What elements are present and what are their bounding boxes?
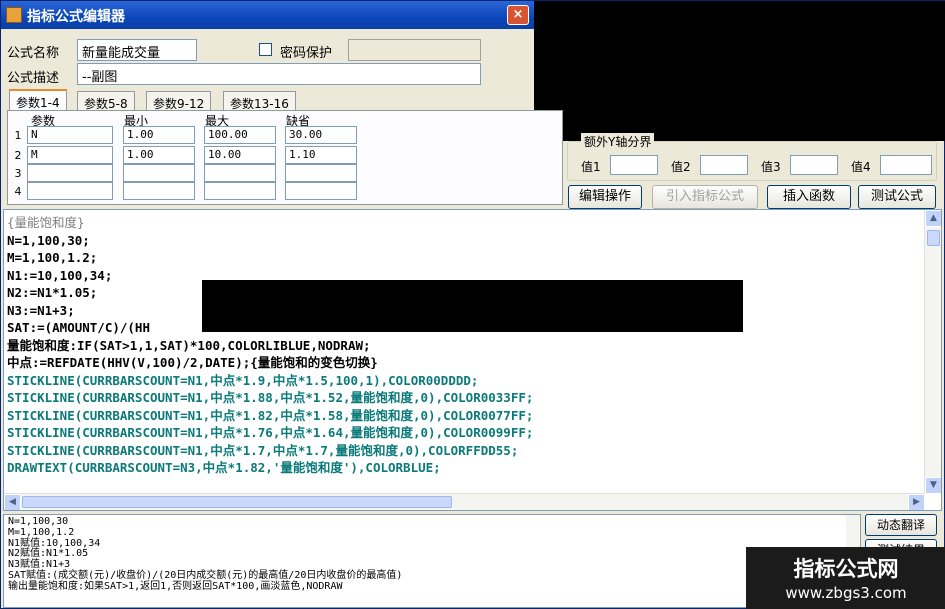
code-line: DRAWTEXT(CURRBARSCOUNT=N3,中点*1.82,'量能饱和度… — [7, 460, 441, 475]
output-line: N3赋值:N1+3 — [8, 559, 71, 571]
insert-function-button[interactable]: 插入函数 — [767, 185, 851, 209]
y-value-1-label: 值1 — [581, 160, 601, 174]
param-max-cell[interactable] — [204, 182, 276, 200]
code-line: STICKLINE(CURRBARSCOUNT=N1,中点*1.9,中点*1.5… — [7, 372, 479, 388]
code-line: N2:=N1*1.05; — [7, 285, 98, 300]
code-line: STICKLINE(CURRBARSCOUNT=N1,中点*1.82,中点*1.… — [7, 407, 534, 423]
output-line: N2赋值:N1*1.05 — [8, 548, 89, 560]
y-value-1-input[interactable] — [610, 155, 658, 175]
extra-y-axis-title: 额外Y轴分界 — [581, 133, 655, 150]
code-line: N3:=N1+3; — [7, 302, 75, 318]
y-value-2-input[interactable] — [700, 155, 748, 175]
code-line: N=1,100,30; — [7, 232, 90, 248]
code-line: 中点:=REFDATE(HHV(V,100)/2,DATE);{量能饱和的变色切… — [7, 355, 378, 370]
scroll-thumb[interactable] — [22, 496, 452, 508]
formula-name-input[interactable]: 新量能成交量 — [77, 39, 197, 61]
app-icon — [6, 7, 22, 23]
code-line: 量能饱和度:IF(SAT>1,1,SAT)*100,COLORLIBLUE,NO… — [7, 337, 371, 353]
y-value-4-input[interactable] — [880, 155, 932, 175]
code-text: {量能饱和度} N=1,100,30; M=1,100,1.2; N1:=10,… — [7, 214, 533, 477]
formula-code-editor[interactable]: {量能饱和度} N=1,100,30; M=1,100,1.2; N1:=10,… — [3, 209, 942, 511]
param-default-cell[interactable] — [285, 164, 357, 182]
param-row-num: 4 — [14, 185, 22, 198]
watermark-url: www.zbgs3.com — [785, 584, 907, 602]
site-watermark: 指标公式网 www.zbgs3.com — [746, 547, 945, 609]
code-line: STICKLINE(CURRBARSCOUNT=N1,中点*1.7,中点*1.7… — [7, 442, 519, 458]
watermark-title: 指标公式网 — [793, 557, 899, 581]
dynamic-translate-button[interactable]: 动态翻译 — [865, 514, 937, 536]
param-name-cell[interactable] — [27, 182, 113, 200]
close-button[interactable]: × — [507, 5, 529, 25]
scroll-right-button[interactable]: ▶ — [908, 494, 925, 510]
param-name-cell[interactable]: M — [27, 146, 113, 164]
redaction-block-top-right — [534, 1, 945, 141]
scroll-left-button[interactable]: ◀ — [4, 494, 21, 510]
scroll-thumb[interactable] — [927, 230, 940, 246]
code-line: {量能饱和度} — [7, 215, 85, 230]
param-row-num: 3 — [14, 167, 22, 180]
output-line: SAT赋值:(成交额(元)/收盘价)/(20日内成交额(元)的最高值/20日内收… — [8, 569, 403, 581]
password-input — [348, 39, 481, 61]
scroll-up-button[interactable]: ▲ — [925, 210, 941, 227]
param-name-cell[interactable] — [27, 164, 113, 182]
param-min-cell[interactable]: 1.00 — [123, 126, 195, 144]
scroll-down-button[interactable]: ▼ — [925, 477, 941, 494]
editor-vertical-scrollbar[interactable]: ▲ ▼ — [924, 210, 941, 494]
title-bar: 指标公式编辑器 × — [1, 1, 535, 29]
code-line: M=1,100,1.2; — [7, 250, 98, 265]
param-default-cell[interactable] — [285, 182, 357, 200]
import-formula-button[interactable]: 引入指标公式 — [652, 185, 758, 209]
output-line: 输出量能饱和度:如果SAT>1,返回1,否则返回SAT*100,画淡蓝色,NOD… — [8, 580, 343, 592]
output-line: N1赋值:10,100,34 — [8, 537, 101, 549]
param-default-cell[interactable]: 1.10 — [285, 146, 357, 164]
window-title: 指标公式编辑器 — [27, 9, 125, 25]
formula-desc-input[interactable]: --副图 — [77, 63, 481, 85]
test-formula-button[interactable]: 测试公式 — [858, 185, 936, 209]
code-line: STICKLINE(CURRBARSCOUNT=N1,中点*1.76,中点*1.… — [7, 425, 534, 440]
param-min-cell[interactable] — [123, 182, 195, 200]
y-value-3-label: 值3 — [761, 160, 781, 174]
param-max-cell[interactable]: 100.00 — [204, 126, 276, 144]
password-checkbox[interactable] — [259, 43, 272, 56]
formula-name-label: 公式名称 — [7, 46, 60, 61]
code-line: N1:=10,100,34; — [7, 267, 113, 283]
y-value-2-label: 值2 — [671, 160, 691, 174]
redaction-block-code — [202, 280, 743, 332]
param-row-num: 1 — [14, 129, 22, 142]
edit-operation-button[interactable]: 编辑操作 — [568, 185, 642, 209]
param-min-cell[interactable]: 1.00 — [123, 146, 195, 164]
formula-desc-label: 公式描述 — [7, 71, 60, 86]
output-text: N=1,100,30 M=1,100,1.2 N1赋值:10,100,34 N2… — [8, 516, 403, 593]
param-max-cell[interactable] — [204, 164, 276, 182]
output-line: M=1,100,1.2 — [8, 526, 75, 538]
y-value-3-input[interactable] — [790, 155, 838, 175]
param-min-cell[interactable] — [123, 164, 195, 182]
password-label: 密码保护 — [280, 46, 333, 61]
param-row-num: 2 — [14, 149, 22, 162]
code-line: STICKLINE(CURRBARSCOUNT=N1,中点*1.88,中点*1.… — [7, 390, 534, 405]
param-max-cell[interactable]: 10.00 — [204, 146, 276, 164]
y-value-4-label: 值4 — [851, 160, 871, 174]
formula-editor-window: 指标公式编辑器 × 公式名称 新量能成交量 密码保护 公式描述 --副图 参数1… — [0, 0, 945, 609]
editor-horizontal-scrollbar[interactable]: ◀ ▶ — [4, 493, 925, 510]
translation-output: N=1,100,30 M=1,100,1.2 N1赋值:10,100,34 N2… — [3, 514, 861, 608]
param-name-cell[interactable]: N — [27, 126, 113, 144]
code-line: SAT:=(AMOUNT/C)/(HH — [7, 320, 150, 335]
output-line: N=1,100,30 — [8, 516, 69, 527]
param-default-cell[interactable]: 30.00 — [285, 126, 357, 144]
